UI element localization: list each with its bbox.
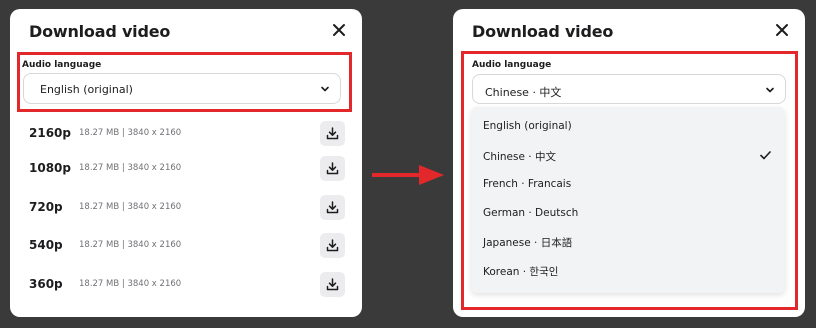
resolution-meta: 18.27 MB | 3840 x 2160 xyxy=(79,240,182,250)
dialog-title: Download video xyxy=(472,22,614,41)
resolution-meta: 18.27 MB | 3840 x 2160 xyxy=(79,128,182,138)
resolution-name: 1080p xyxy=(29,161,71,175)
download-button-1080p[interactable] xyxy=(320,156,345,181)
close-button[interactable] xyxy=(330,21,348,39)
dialog-title: Download video xyxy=(29,22,171,41)
resolution-name: 720p xyxy=(29,200,63,214)
download-icon xyxy=(326,239,339,252)
resolution-row: 2160p 18.27 MB | 3840 x 2160 xyxy=(29,121,345,146)
close-icon xyxy=(333,24,345,36)
audio-language-label: Audio language xyxy=(22,60,102,70)
chevron-down-icon xyxy=(321,86,329,92)
resolution-name: 2160p xyxy=(29,126,71,140)
download-dialog-before: Download video Audio language English (o… xyxy=(10,9,362,317)
download-icon xyxy=(326,127,339,140)
resolution-meta: 18.27 MB | 3840 x 2160 xyxy=(79,163,182,173)
audio-language-select[interactable]: English (original) xyxy=(23,73,341,104)
download-dialog-after: Download video Audio language Chinese · … xyxy=(453,9,805,317)
download-button-540p[interactable] xyxy=(320,233,345,258)
resolution-name: 540p xyxy=(29,238,63,252)
selected-language: English (original) xyxy=(40,83,133,96)
resolution-row: 540p 18.27 MB | 3840 x 2160 xyxy=(29,233,345,258)
download-button-720p[interactable] xyxy=(320,195,345,220)
download-icon xyxy=(326,278,339,291)
arrow-right-icon xyxy=(372,165,444,185)
resolution-row: 720p 18.27 MB | 3840 x 2160 xyxy=(29,195,345,220)
close-icon xyxy=(776,24,788,36)
download-icon xyxy=(326,201,339,214)
resolution-meta: 18.27 MB | 3840 x 2160 xyxy=(79,202,182,212)
resolution-name: 360p xyxy=(29,277,63,291)
resolution-row: 1080p 18.27 MB | 3840 x 2160 xyxy=(29,156,345,181)
resolution-row: 360p 18.27 MB | 3840 x 2160 xyxy=(29,272,345,297)
resolution-meta: 18.27 MB | 3840 x 2160 xyxy=(79,279,182,289)
audio-language-highlight xyxy=(461,51,798,310)
download-button-2160p[interactable] xyxy=(320,121,345,146)
download-icon xyxy=(326,162,339,175)
close-button[interactable] xyxy=(773,21,791,39)
download-button-360p[interactable] xyxy=(320,272,345,297)
